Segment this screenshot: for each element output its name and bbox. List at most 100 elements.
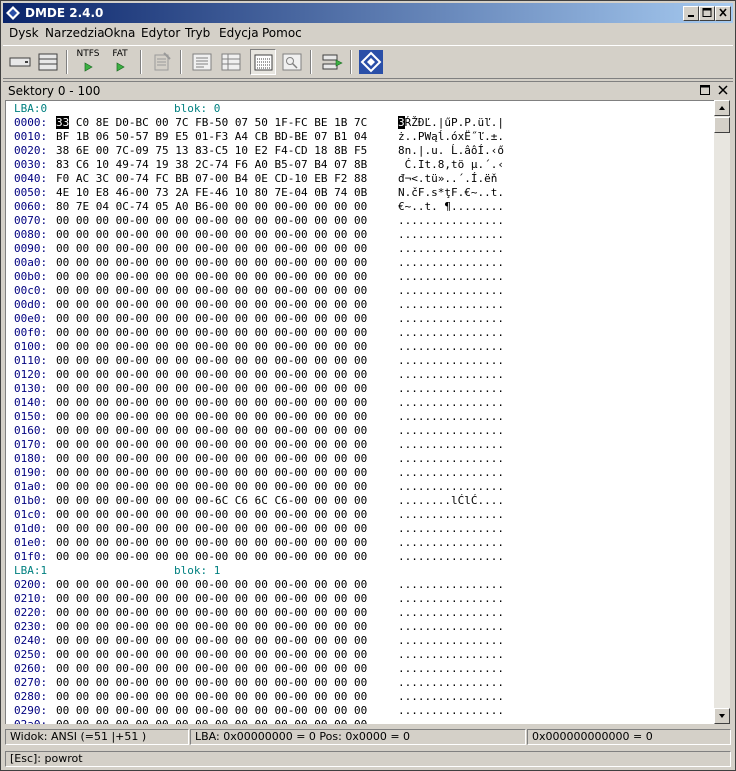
row-hex-bytes[interactable]: 00 00 00 00-00 00 00 00-00 00 00 00-00 0… (56, 298, 367, 312)
row-ascii[interactable]: ................ (398, 508, 504, 522)
row-hex-bytes[interactable]: 00 00 00 00-00 00 00 00-00 00 00 00-00 0… (56, 550, 367, 564)
row-hex-bytes[interactable]: 00 00 00 00-00 00 00 00-6C C6 6C C6-00 0… (56, 494, 367, 508)
row-hex-bytes[interactable]: 00 00 00 00-00 00 00 00-00 00 00 00-00 0… (56, 452, 367, 466)
row-hex-bytes[interactable]: 00 00 00 00-00 00 00 00-00 00 00 00-00 0… (56, 214, 367, 228)
minimize-button[interactable] (683, 6, 699, 21)
row-hex-bytes[interactable]: 00 00 00 00-00 00 00 00-00 00 00 00-00 0… (56, 312, 367, 326)
row-ascii[interactable]: ................ (398, 382, 504, 396)
disk-button[interactable] (7, 49, 33, 75)
menu-okna[interactable]: Okna (104, 26, 135, 40)
row-hex-bytes[interactable]: 00 00 00 00-00 00 00 00-00 00 00 00-00 0… (56, 340, 367, 354)
row-hex-bytes[interactable]: 00 00 00 00-00 00 00 00-00 00 00 00-00 0… (56, 326, 367, 340)
fat-button[interactable]: FAT (107, 49, 133, 75)
row-hex-bytes[interactable]: 00 00 00 00-00 00 00 00-00 00 00 00-00 0… (56, 256, 367, 270)
menu-dysk[interactable]: Dysk (9, 26, 39, 40)
row-hex-bytes[interactable]: 38 6E 00 7C-09 75 13 83-C5 10 E2 F4-CD 1… (56, 144, 367, 158)
row-ascii[interactable]: ................ (398, 424, 504, 438)
row-hex-bytes[interactable]: 00 00 00 00-00 00 00 00-00 00 00 00-00 0… (56, 284, 367, 298)
row-ascii[interactable]: ż..PWąĺ.óxË˝ľ.±. (398, 130, 504, 144)
row-ascii[interactable]: ................ (398, 438, 504, 452)
scroll-thumb[interactable] (714, 117, 730, 133)
row-hex-bytes[interactable]: 00 00 00 00-00 00 00 00-00 00 00 00-00 0… (56, 228, 367, 242)
vertical-scrollbar[interactable] (714, 100, 730, 724)
menu-edytor[interactable]: Edytor (141, 26, 180, 40)
search-view-button[interactable] (279, 49, 305, 75)
row-ascii[interactable]: ................ (398, 256, 504, 270)
row-ascii[interactable]: ................ (398, 592, 504, 606)
row-ascii[interactable]: ................ (398, 578, 504, 592)
row-hex-bytes[interactable]: 00 00 00 00-00 00 00 00-00 00 00 00-00 0… (56, 690, 367, 704)
row-ascii[interactable]: ................ (398, 648, 504, 662)
panel-maximize-button[interactable] (699, 84, 711, 96)
row-ascii[interactable]: ................ (398, 354, 504, 368)
row-hex-bytes[interactable]: 00 00 00 00-00 00 00 00-00 00 00 00-00 0… (56, 578, 367, 592)
row-ascii[interactable]: ................ (398, 284, 504, 298)
row-hex-bytes[interactable]: 00 00 00 00-00 00 00 00-00 00 00 00-00 0… (56, 648, 367, 662)
row-hex-bytes[interactable]: F0 AC 3C 00-74 FC BB 07-00 B4 0E CD-10 E… (56, 172, 367, 186)
row-hex-bytes[interactable]: 00 00 00 00-00 00 00 00-00 00 00 00-00 0… (56, 424, 367, 438)
row-hex-bytes[interactable]: BF 1B 06 50-57 B9 E5 01-F3 A4 CB BD-BE 0… (56, 130, 367, 144)
row-ascii[interactable]: ................ (398, 298, 504, 312)
row-hex-bytes[interactable]: 00 00 00 00-00 00 00 00-00 00 00 00-00 0… (56, 676, 367, 690)
row-ascii[interactable]: ................ (398, 606, 504, 620)
row-ascii[interactable]: ................ (398, 676, 504, 690)
row-ascii[interactable]: đ¬<.tü»..´.Í.ëň (398, 172, 497, 186)
view-mode-2-button[interactable] (218, 49, 244, 75)
row-ascii[interactable]: ................ (398, 480, 504, 494)
copy-sectors-button[interactable] (319, 49, 345, 75)
row-ascii[interactable]: ................ (398, 550, 504, 564)
scroll-down-button[interactable] (714, 708, 730, 724)
row-ascii[interactable]: ................ (398, 634, 504, 648)
hex-view-button[interactable] (250, 49, 276, 75)
hex-editor-view[interactable]: LBA:0 blok: 0 0000: 33 C0 8E D0-BC 00 7C FB… (5, 100, 714, 724)
partitions-button[interactable] (35, 49, 61, 75)
row-ascii[interactable]: N.čF.s*ţF.€~..t. (398, 186, 504, 200)
row-ascii[interactable]: ................ (398, 704, 504, 718)
row-hex-bytes[interactable]: 00 00 00 00-00 00 00 00-00 00 00 00-00 0… (56, 410, 367, 424)
about-button[interactable] (358, 49, 384, 75)
row-ascii[interactable]: ................ (398, 228, 504, 242)
row-ascii[interactable]: ................ (398, 522, 504, 536)
row-hex-bytes[interactable]: 00 00 00 00-00 00 00 00-00 00 00 00-00 0… (56, 480, 367, 494)
row-hex-bytes[interactable]: 83 C6 10 49-74 19 38 2C-74 F6 A0 B5-07 B… (56, 158, 367, 172)
row-hex-bytes[interactable]: 00 00 00 00-00 00 00 00-00 00 00 00-00 0… (56, 466, 367, 480)
row-hex-bytes[interactable]: 00 00 00 00-00 00 00 00-00 00 00 00-00 0… (56, 242, 367, 256)
row-ascii[interactable]: ................ (398, 214, 504, 228)
view-mode-1-button[interactable] (189, 49, 215, 75)
row-hex-bytes[interactable]: 00 00 00 00-00 00 00 00-00 00 00 00-00 0… (56, 270, 367, 284)
row-hex-bytes[interactable]: 00 00 00 00-00 00 00 00-00 00 00 00-00 0… (56, 382, 367, 396)
row-ascii[interactable]: ................ (398, 718, 504, 724)
row-ascii[interactable]: ................ (398, 326, 504, 340)
row-hex-bytes[interactable]: 4E 10 E8 46-00 73 2A FE-46 10 80 7E-04 0… (56, 186, 367, 200)
row-hex-bytes[interactable]: 00 00 00 00-00 00 00 00-00 00 00 00-00 0… (56, 368, 367, 382)
row-ascii[interactable]: ................ (398, 312, 504, 326)
row-hex-bytes[interactable]: 00 00 00 00-00 00 00 00-00 00 00 00-00 0… (56, 522, 367, 536)
row-hex-bytes[interactable]: 00 00 00 00-00 00 00 00-00 00 00 00-00 0… (56, 592, 367, 606)
row-ascii[interactable]: ................ (398, 452, 504, 466)
row-ascii[interactable]: ................ (398, 620, 504, 634)
row-hex-bytes[interactable]: 00 00 00 00-00 00 00 00-00 00 00 00-00 0… (56, 508, 367, 522)
row-ascii[interactable]: 3ŔŽĐĽ.|űP.P.üľ.| (398, 116, 504, 130)
panel-close-button[interactable] (717, 84, 729, 96)
row-ascii[interactable]: ................ (398, 536, 504, 550)
menu-edycja[interactable]: Edycja (219, 26, 259, 40)
maximize-button[interactable] (699, 6, 715, 21)
row-ascii[interactable]: €~..t. ¶........ (398, 200, 504, 214)
row-ascii[interactable]: ........lĆlĆ.... (398, 494, 504, 508)
edit-button[interactable] (149, 49, 175, 75)
ntfs-button[interactable]: NTFS (75, 49, 101, 75)
row-hex-bytes[interactable]: 00 00 00 00-00 00 00 00-00 00 00 00-00 0… (56, 396, 367, 410)
row-ascii[interactable]: ................ (398, 690, 504, 704)
menu-narzedzia[interactable]: Narzedzia (45, 26, 105, 40)
menu-tryb[interactable]: Tryb (185, 26, 210, 40)
row-ascii[interactable]: ................ (398, 270, 504, 284)
menu-pomoc[interactable]: Pomoc (262, 26, 302, 40)
row-ascii[interactable]: ................ (398, 410, 504, 424)
row-ascii[interactable]: ................ (398, 662, 504, 676)
row-ascii[interactable]: Ć.It.8,tö µ.´.‹ (398, 158, 504, 172)
row-hex-bytes[interactable]: 33 C0 8E D0-BC 00 7C FB-50 07 50 1F-FC B… (56, 116, 367, 130)
row-hex-bytes[interactable]: 00 00 00 00-00 00 00 00-00 00 00 00-00 0… (56, 606, 367, 620)
row-hex-bytes[interactable]: 00 00 00 00-00 00 00 00-00 00 00 00-00 0… (56, 536, 367, 550)
row-hex-bytes[interactable]: 00 00 00 00-00 00 00 00-00 00 00 00-00 0… (56, 718, 367, 724)
scroll-up-button[interactable] (714, 100, 730, 116)
